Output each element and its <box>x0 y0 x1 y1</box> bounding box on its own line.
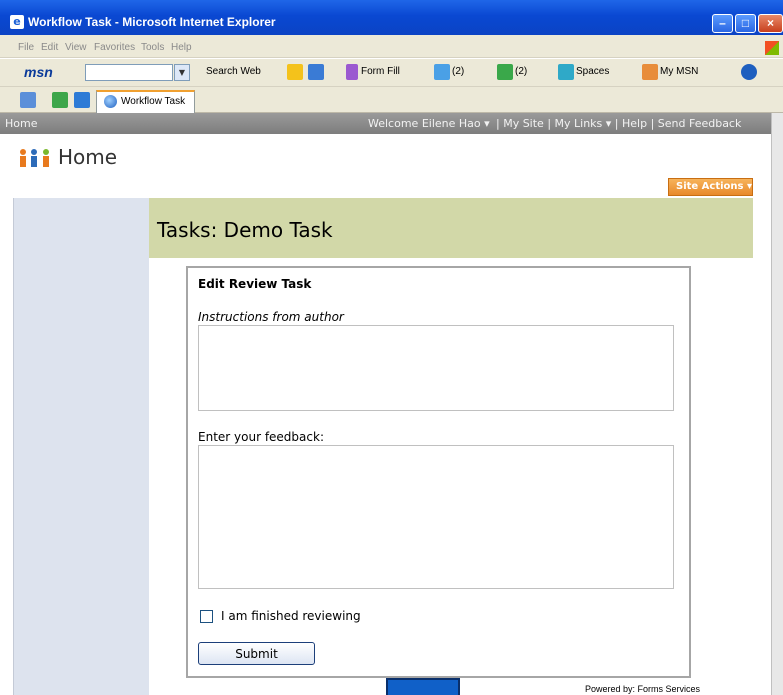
page-title: Tasks: Demo Task <box>157 218 333 242</box>
favorites-center-icon[interactable] <box>20 92 36 108</box>
footer-logo-block <box>386 678 460 695</box>
msn-logo[interactable]: msn <box>24 64 53 80</box>
nav-links[interactable]: | My Site | My Links ▾ | Help | Send Fee… <box>496 117 741 130</box>
finished-reviewing-label[interactable]: I am finished reviewing <box>221 609 361 623</box>
menu-favorites[interactable]: Favorites <box>94 42 135 53</box>
people-icon <box>20 149 49 167</box>
spaces-icon <box>558 64 574 80</box>
menu-file[interactable]: File <box>18 42 34 53</box>
tab-label: Workflow Task <box>121 96 186 107</box>
welcome-menu[interactable]: Welcome Eilene Hao ▾ <box>368 117 490 130</box>
instructions-box <box>198 325 674 411</box>
site-actions-menu[interactable]: Site Actions ▾ <box>668 178 753 196</box>
messenger-count[interactable]: (2) <box>515 66 527 77</box>
finished-reviewing-checkbox[interactable] <box>200 610 213 623</box>
chevron-down-icon[interactable]: ▼ <box>174 64 190 81</box>
site-header <box>0 134 783 198</box>
messenger-icon <box>497 64 513 80</box>
instructions-label: Instructions from author <box>198 310 344 324</box>
add-favorite-icon[interactable] <box>52 92 68 108</box>
msn-search-input[interactable] <box>85 64 173 81</box>
maximize-button[interactable]: □ <box>735 14 756 33</box>
ie-tab-icon <box>104 95 117 108</box>
mail-count[interactable]: (2) <box>452 66 464 77</box>
edit-icon[interactable] <box>308 64 324 80</box>
menu-tools[interactable]: Tools <box>141 42 164 53</box>
my-msn-button[interactable]: My MSN <box>660 66 698 77</box>
powered-by-text: Powered by: Forms Services <box>585 684 701 694</box>
form-fill-icon <box>346 64 358 80</box>
minimize-button[interactable]: – <box>712 14 733 33</box>
window-title: Workflow Task - Microsoft Internet Explo… <box>28 15 276 29</box>
close-button[interactable]: × <box>758 14 783 33</box>
windows-flag-icon <box>765 41 779 55</box>
help-icon[interactable] <box>741 64 757 80</box>
submit-button[interactable]: Submit <box>198 642 315 665</box>
feedback-textarea[interactable] <box>198 445 674 589</box>
menu-edit[interactable]: Edit <box>41 42 58 53</box>
quick-launch-panel <box>14 198 149 695</box>
site-title[interactable]: Home <box>58 145 117 169</box>
form-heading: Edit Review Task <box>198 277 312 291</box>
ie-page-icon: e <box>10 15 24 29</box>
feedback-label: Enter your feedback: <box>198 430 324 444</box>
left-border <box>0 198 14 695</box>
menu-help[interactable]: Help <box>171 42 192 53</box>
menu-view[interactable]: View <box>65 42 87 53</box>
spaces-button[interactable]: Spaces <box>576 66 609 77</box>
form-fill-button[interactable]: Form Fill <box>361 66 400 77</box>
mail-icon <box>434 64 450 80</box>
my-msn-icon <box>642 64 658 80</box>
add-icon[interactable] <box>74 92 90 108</box>
search-web-button[interactable]: Search Web <box>206 66 261 77</box>
vertical-scrollbar[interactable] <box>771 113 783 695</box>
nav-home-link[interactable]: Home <box>5 117 37 130</box>
pencil-icon[interactable] <box>287 64 303 80</box>
